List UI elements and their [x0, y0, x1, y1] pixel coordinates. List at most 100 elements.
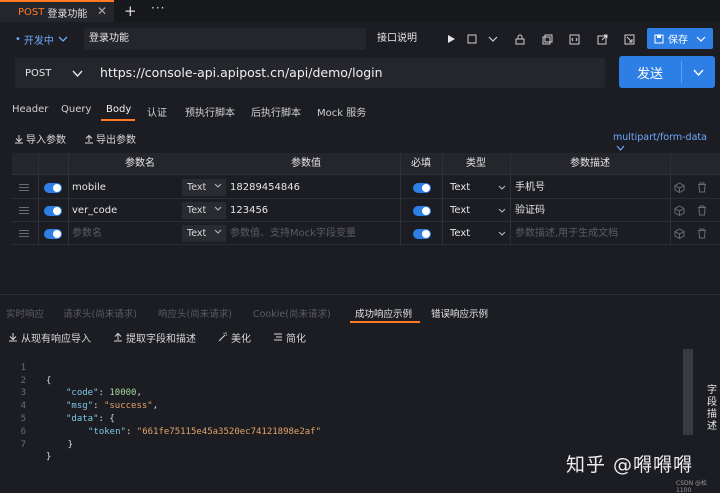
code-icon[interactable] — [564, 28, 585, 50]
lock-icon[interactable] — [510, 28, 531, 50]
beautify-button[interactable]: 美化 — [218, 330, 251, 345]
more-tabs-icon[interactable]: ··· — [151, 1, 165, 15]
param-desc-field[interactable]: 参数描述,用于生成文档 — [515, 222, 618, 245]
chevron-down-icon — [498, 208, 506, 213]
drag-handle-icon[interactable] — [19, 184, 29, 191]
field-description-panel-toggle[interactable]: 字段描述 — [704, 385, 720, 433]
json-key: "code" — [66, 388, 99, 399]
tab-cookie[interactable]: Cookie(尚未请求) — [253, 306, 331, 320]
response-example-editor[interactable]: 1 { 2 "code": 10000, 3 "msg": "success",… — [0, 349, 690, 463]
value-type-select[interactable]: Text — [182, 179, 226, 196]
active-tab-indicator — [350, 321, 420, 323]
tab-post-script[interactable]: 后执行脚本 — [251, 104, 301, 119]
param-name-field[interactable]: mobile — [72, 176, 106, 199]
type-label: Text — [450, 182, 471, 193]
send-options-toggle[interactable] — [682, 69, 715, 76]
content-type-select[interactable]: multipart/form-data — [613, 132, 720, 154]
tab-mock[interactable]: Mock 服务 — [317, 104, 366, 119]
tab-header[interactable]: Header — [12, 104, 48, 118]
simplify-button[interactable]: 简化 — [273, 330, 306, 345]
save-icon — [654, 34, 664, 43]
tab-body[interactable]: Body — [106, 104, 131, 118]
param-desc-field[interactable]: 验证码 — [515, 199, 545, 222]
cube-icon[interactable] — [674, 182, 685, 193]
square-icon[interactable] — [461, 28, 482, 50]
import-from-response-button[interactable]: 从现有响应导入 — [8, 330, 91, 345]
code-line: 3 "msg": "success", — [0, 375, 159, 411]
environment-select[interactable]: • 开发中 — [15, 30, 77, 48]
param-value-field[interactable]: 18289454846 — [230, 176, 300, 199]
required-toggle[interactable] — [413, 206, 431, 216]
tab-success-example[interactable]: 成功响应示例 — [355, 306, 412, 320]
tab-error-example[interactable]: 错误响应示例 — [431, 306, 488, 320]
extract-fields-label: 提取字段和描述 — [126, 333, 196, 345]
export-icon — [114, 332, 122, 342]
url-input[interactable]: https://console-api.apipost.cn/api/demo/… — [93, 58, 605, 88]
value-type-select[interactable]: Text — [182, 225, 226, 242]
tab-pre-script[interactable]: 预执行脚本 — [185, 104, 235, 119]
param-value-field[interactable]: 123456 — [230, 199, 268, 222]
api-name-input[interactable]: 登录功能 — [84, 28, 366, 50]
trash-icon[interactable] — [697, 205, 707, 216]
save-button[interactable]: 保存 — [647, 28, 713, 49]
param-name-field[interactable]: ver_code — [72, 199, 117, 222]
code-line: 7 } — [0, 426, 52, 463]
import-from-response-label: 从现有响应导入 — [21, 333, 91, 345]
tab-title: 登录功能 — [47, 8, 88, 20]
play-icon[interactable] — [440, 28, 461, 50]
param-value-field[interactable]: 参数值、支持Mock字段变量 — [230, 222, 356, 245]
col-param-value: 参数值 — [291, 158, 321, 169]
required-toggle[interactable] — [413, 183, 431, 193]
save-label: 保存 — [668, 35, 688, 46]
col-description: 参数描述 — [570, 158, 610, 169]
tab-query[interactable]: Query — [61, 104, 91, 118]
row-enable-toggle[interactable] — [44, 206, 62, 216]
row-enable-toggle[interactable] — [44, 229, 62, 239]
tab-close-icon[interactable]: ✕ — [97, 4, 107, 18]
code-line: 6 } — [0, 413, 74, 450]
col-type: 类型 — [466, 158, 486, 169]
type-select[interactable]: Text — [450, 176, 506, 199]
copy-icon[interactable] — [537, 28, 558, 50]
import-params-button[interactable]: 导入参数 — [14, 131, 66, 146]
method-select[interactable]: POST — [15, 58, 93, 88]
api-doc-button[interactable]: 接口说明 — [372, 28, 422, 50]
add-tab-icon[interactable]: + — [124, 2, 137, 20]
row-enable-toggle[interactable] — [44, 183, 62, 193]
cube-icon[interactable] — [674, 228, 685, 239]
extract-fields-button[interactable]: 提取字段和描述 — [113, 330, 196, 345]
trash-icon[interactable] — [697, 182, 707, 193]
code-line: 1 { — [0, 349, 52, 386]
type-select[interactable]: Text — [450, 222, 506, 245]
tab-request-headers[interactable]: 请求头(尚未请求) — [63, 306, 137, 320]
drag-handle-icon[interactable] — [19, 230, 29, 237]
chevron-down-icon — [214, 229, 222, 234]
env-label: 开发中 — [23, 35, 54, 47]
chevron-down-icon[interactable] — [483, 28, 504, 50]
tab-method-tag: POST — [18, 6, 45, 18]
editor-scrollbar[interactable] — [683, 349, 693, 435]
tab-response-headers[interactable]: 响应头(尚未请求) — [158, 306, 232, 320]
tab-realtime-response[interactable]: 实时响应 — [6, 306, 44, 320]
trash-icon[interactable] — [697, 228, 707, 239]
value-type-select[interactable]: Text — [182, 202, 226, 219]
drag-handle-icon[interactable] — [19, 207, 29, 214]
send-button[interactable]: 发送 — [619, 56, 715, 88]
param-name-field[interactable]: 参数名 — [72, 222, 102, 245]
json-value: "success" — [103, 401, 153, 412]
type-label: Text — [450, 205, 471, 216]
export-params-button[interactable]: 导出参数 — [84, 131, 136, 146]
response-toolbar: 从现有响应导入 提取字段和描述 美化 简化 — [8, 330, 328, 345]
required-toggle[interactable] — [413, 229, 431, 239]
share-icon[interactable] — [592, 28, 613, 50]
content-type-label: multipart/form-data — [613, 132, 707, 143]
tab-auth[interactable]: 认证 — [147, 104, 167, 119]
list-icon — [274, 333, 282, 341]
params-table: 参数名 参数值 必填 类型 参数描述 mobile Text 182894548… — [12, 153, 720, 245]
param-desc-field[interactable]: 手机号 — [515, 176, 545, 199]
type-select[interactable]: Text — [450, 199, 506, 222]
value-type-label: Text — [187, 228, 207, 239]
import-params-label: 导入参数 — [26, 135, 66, 146]
export-icon[interactable] — [619, 28, 640, 50]
cube-icon[interactable] — [674, 205, 685, 216]
